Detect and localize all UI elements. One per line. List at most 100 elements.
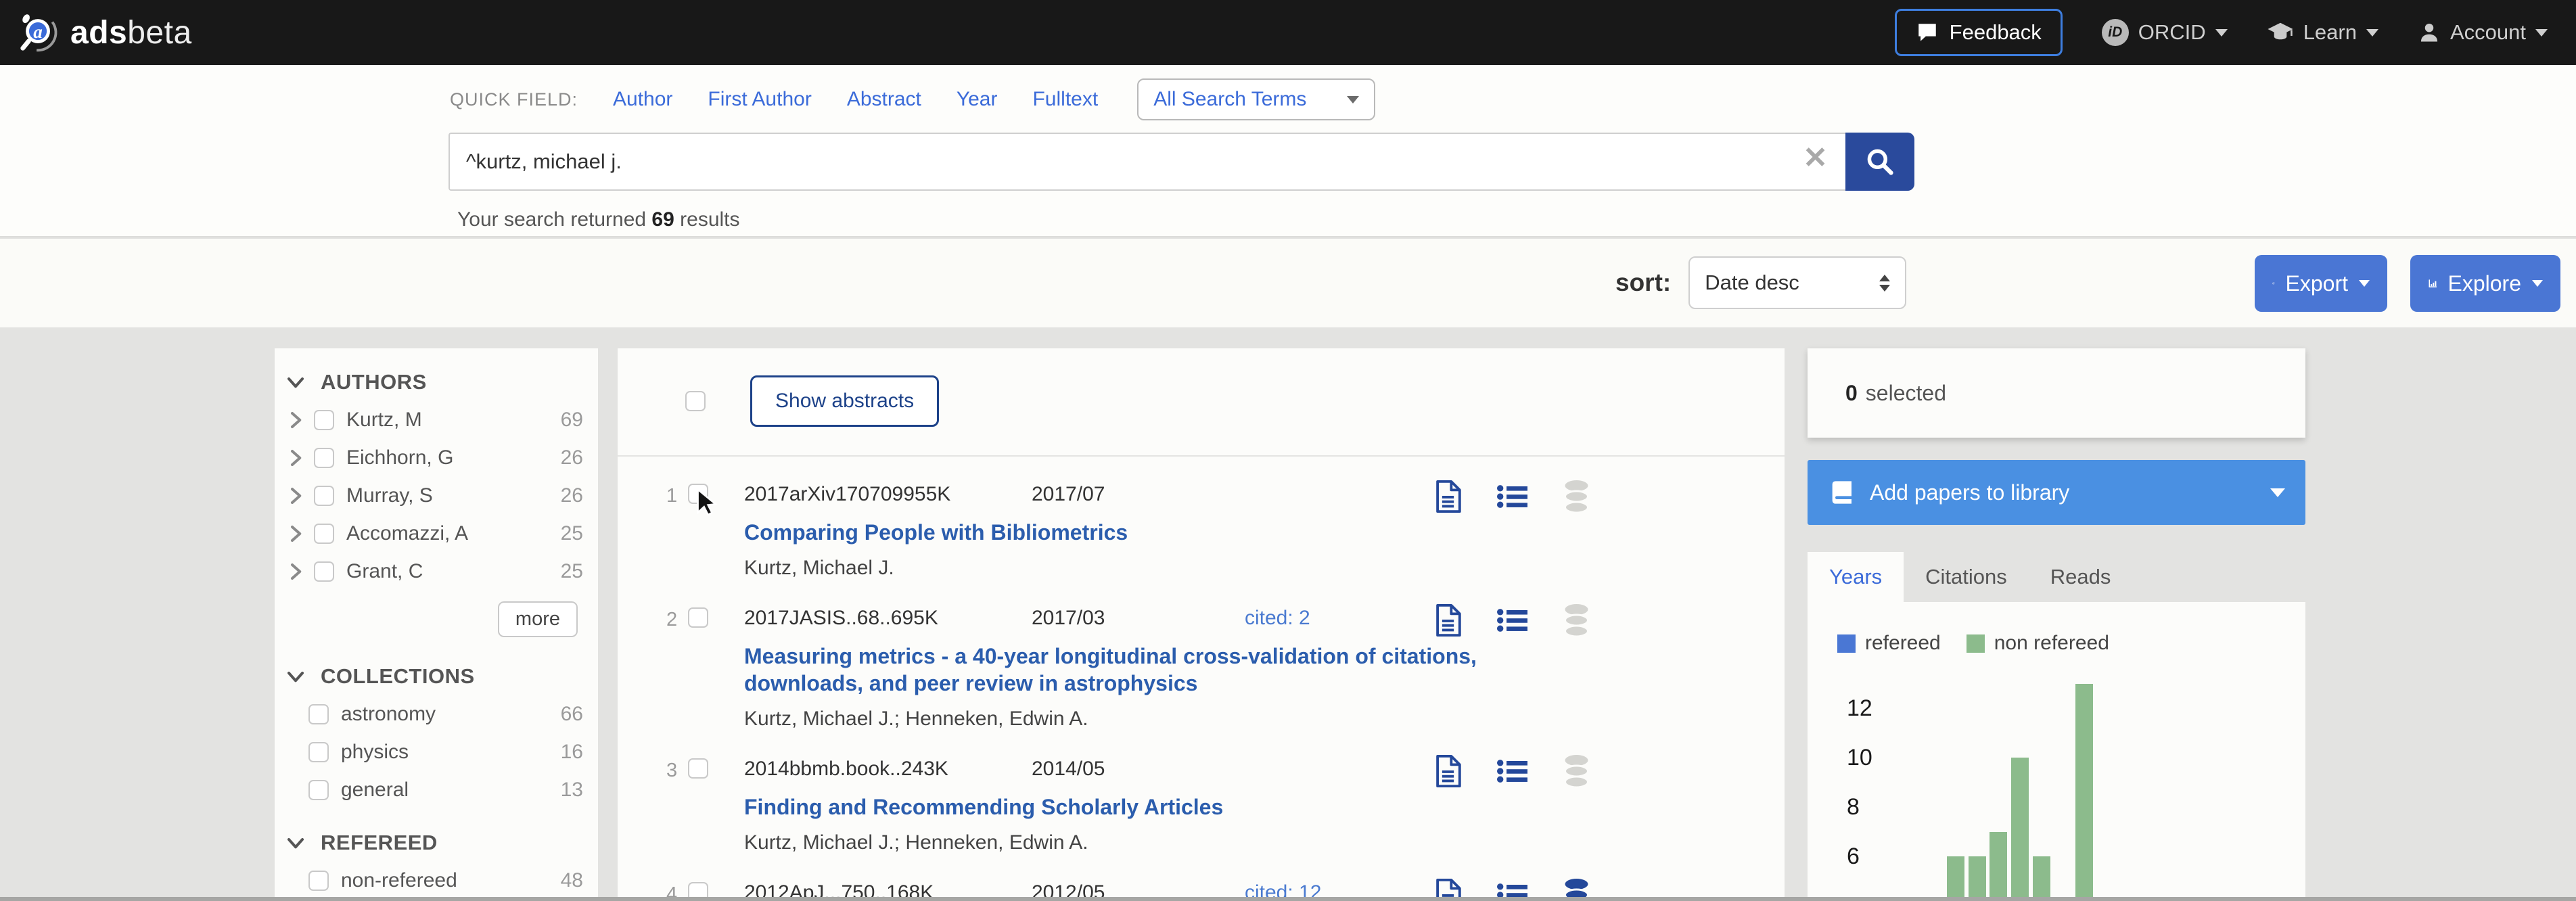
collections-facet-title: COLLECTIONS [321, 664, 475, 689]
abstract-document-icon[interactable] [1433, 603, 1463, 637]
facet-checkbox[interactable] [314, 524, 334, 544]
result-checkbox[interactable] [688, 607, 708, 628]
chevron-right-icon[interactable] [284, 561, 307, 582]
results-count-text: Your search returned 69 results [457, 208, 740, 231]
sort-select[interactable]: Date desc [1688, 256, 1906, 309]
facet-label[interactable]: Accomazzi, A [346, 522, 468, 545]
facet-label[interactable]: general [341, 779, 409, 802]
explore-button[interactable]: Explore [2410, 255, 2560, 312]
database-icon[interactable] [1561, 603, 1592, 637]
facet-label[interactable]: non-refereed [341, 869, 457, 892]
year-histogram-bar[interactable] [2033, 856, 2050, 901]
feedback-button[interactable]: Feedback [1895, 9, 2063, 56]
results-count-number: 69 [651, 208, 674, 231]
ads-magnifier-logo-icon: a [18, 11, 60, 53]
selected-count: 0 [1845, 381, 1858, 406]
citations-list-icon[interactable] [1497, 480, 1527, 513]
facet-checkbox[interactable] [314, 561, 334, 582]
facet-checkbox[interactable] [314, 448, 334, 468]
database-icon[interactable] [1561, 754, 1592, 788]
ads-logo[interactable]: a adsbeta [18, 11, 192, 53]
refereed-swatch [1837, 634, 1856, 653]
search-input[interactable] [466, 149, 1785, 174]
refereed-facet-title: REFEREED [321, 831, 438, 855]
chevron-right-icon[interactable] [284, 486, 307, 506]
quick-field-fulltext[interactable]: Fulltext [1032, 88, 1098, 111]
quick-field-author[interactable]: Author [613, 88, 672, 111]
facet-item-grant-c: Grant, C 25 [275, 553, 598, 591]
authors-more-button[interactable]: more [498, 601, 578, 637]
search-button[interactable] [1845, 133, 1914, 191]
facet-checkbox[interactable] [308, 742, 329, 762]
tab-citations[interactable]: Citations [1904, 552, 2029, 602]
result-title-link[interactable]: Finding and Recommending Scholarly Artic… [744, 793, 1582, 821]
facet-item-physics: physics 16 [275, 733, 598, 771]
orcid-menu[interactable]: iD ORCID [2102, 19, 2228, 46]
result-checkbox[interactable] [688, 484, 708, 504]
year-histogram-bar[interactable] [2075, 684, 2093, 901]
chevron-down-icon [2366, 29, 2378, 37]
chevron-right-icon[interactable] [284, 524, 307, 544]
speech-bubble-icon [1916, 21, 1939, 44]
facet-item-general: general 13 [275, 771, 598, 809]
result-checkbox[interactable] [688, 758, 708, 779]
chevron-right-icon[interactable] [284, 410, 307, 430]
database-icon[interactable] [1561, 480, 1592, 513]
sort-arrows-icon [1879, 275, 1890, 292]
facet-count: 66 [561, 703, 583, 726]
facet-checkbox[interactable] [314, 486, 334, 506]
quick-field-abstract[interactable]: Abstract [847, 88, 921, 111]
select-all-checkbox[interactable] [685, 391, 706, 411]
facet-checkbox[interactable] [308, 780, 329, 800]
export-button[interactable]: Export [2255, 255, 2387, 312]
year-histogram-bar[interactable] [1969, 856, 1986, 901]
chevron-down-icon [2535, 29, 2548, 37]
graph-tabs: Years Citations Reads [1808, 552, 2132, 602]
facet-label[interactable]: Eichhorn, G [346, 446, 453, 469]
years-chart-plot: refereed non refereed 121086 [1808, 602, 2305, 901]
result-title-link[interactable]: Comparing People with Bibliometrics [744, 519, 1582, 546]
y-axis-tick-label: 8 [1847, 793, 1860, 821]
content-area: AUTHORS Kurtz, M 69 Eichhorn, G 26 Murra… [0, 327, 2576, 901]
refereed-facet-header[interactable]: REFEREED [275, 824, 598, 862]
add-papers-to-library-button[interactable]: Add papers to library [1808, 460, 2305, 525]
quick-field-bar: QUICK FIELD: Author First Author Abstrac… [450, 78, 1375, 120]
chevron-down-icon [284, 833, 307, 853]
facet-checkbox[interactable] [308, 871, 329, 891]
account-menu[interactable]: Account [2418, 20, 2548, 45]
facet-checkbox[interactable] [308, 704, 329, 724]
facet-label[interactable]: Grant, C [346, 560, 423, 583]
year-histogram-bar[interactable] [2011, 758, 2029, 901]
orcid-icon: iD [2102, 19, 2129, 46]
sort-value: Date desc [1705, 271, 1799, 295]
quick-field-year[interactable]: Year [957, 88, 998, 111]
citations-list-icon[interactable] [1497, 603, 1527, 637]
citations-list-icon[interactable] [1497, 754, 1527, 788]
result-row-2: 2 2017JASIS..68..695K 2017/03 cited: 2 M… [618, 606, 1785, 731]
facet-count: 26 [561, 484, 583, 507]
chevron-right-icon[interactable] [284, 448, 307, 468]
chevron-down-icon [2359, 280, 2370, 287]
collections-facet-header[interactable]: COLLECTIONS [275, 657, 598, 695]
clear-search-icon[interactable]: ✕ [1803, 143, 1828, 173]
show-abstracts-button[interactable]: Show abstracts [750, 375, 939, 427]
tab-years[interactable]: Years [1808, 552, 1904, 602]
facet-label[interactable]: Kurtz, M [346, 409, 422, 432]
chevron-down-icon [2270, 488, 2285, 497]
facet-label[interactable]: physics [341, 741, 409, 764]
account-label: Account [2450, 20, 2526, 45]
result-title-link[interactable]: Measuring metrics - a 40-year longitudin… [744, 643, 1582, 697]
facet-label[interactable]: astronomy [341, 703, 436, 726]
abstract-document-icon[interactable] [1433, 480, 1463, 513]
facet-checkbox[interactable] [314, 410, 334, 430]
year-histogram-bar[interactable] [1947, 856, 1964, 901]
quick-field-first-author[interactable]: First Author [708, 88, 811, 111]
tab-reads[interactable]: Reads [2029, 552, 2133, 602]
facet-label[interactable]: Murray, S [346, 484, 433, 507]
result-cited-link[interactable]: cited: 2 [1245, 606, 1310, 630]
abstract-document-icon[interactable] [1433, 754, 1463, 788]
learn-menu[interactable]: Learn [2267, 20, 2378, 45]
year-histogram-bar[interactable] [1990, 832, 2007, 901]
authors-facet-header[interactable]: AUTHORS [275, 363, 598, 401]
all-search-terms-select[interactable]: All Search Terms [1137, 78, 1375, 120]
